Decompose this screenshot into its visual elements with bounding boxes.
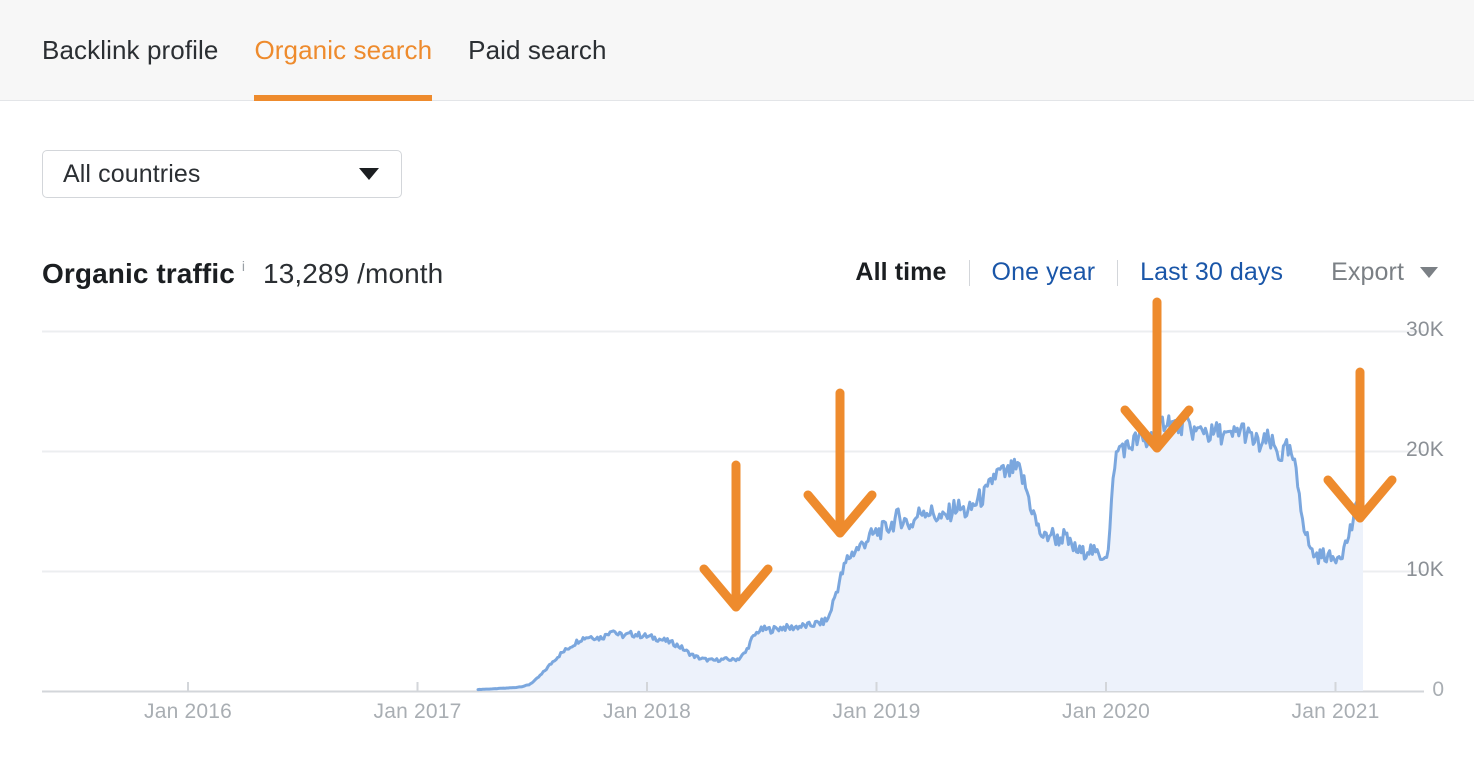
traffic-line: [478, 414, 1363, 690]
traffic-area-fill: [478, 414, 1363, 692]
arrow-4: [1328, 372, 1392, 518]
y-axis-label-30k: 30K: [1406, 318, 1444, 342]
x-axis-label-jan-2021: Jan 2021: [1291, 700, 1379, 724]
range-all-time[interactable]: All time: [833, 258, 968, 287]
export-label: Export: [1331, 258, 1404, 287]
arrow-2: [808, 393, 872, 533]
y-axis-label-20k: 20K: [1406, 438, 1444, 462]
chart-area-series: [478, 414, 1363, 692]
country-filter-label: All countries: [43, 160, 359, 189]
x-axis-label-jan-2020: Jan 2020: [1062, 700, 1150, 724]
chart-x-tickmarks: [188, 682, 1336, 691]
range-controls: All time One year Last 30 days Export: [833, 258, 1438, 287]
info-icon[interactable]: i: [242, 258, 245, 274]
tab-bar: Backlink profile Organic search Paid sea…: [0, 0, 1474, 101]
chart-canvas: [0, 0, 1474, 772]
export-button[interactable]: Export: [1331, 258, 1438, 287]
organic-search-page: Backlink profile Organic search Paid sea…: [0, 0, 1474, 772]
tab-backlink-profile[interactable]: Backlink profile: [42, 0, 236, 101]
x-axis-label-jan-2019: Jan 2019: [832, 700, 920, 724]
tab-list: Backlink profile Organic search Paid sea…: [42, 0, 625, 101]
tab-organic-search[interactable]: Organic search: [236, 0, 450, 101]
y-axis-label-0: 0: [1432, 678, 1444, 702]
x-axis-label-jan-2016: Jan 2016: [144, 700, 232, 724]
range-one-year[interactable]: One year: [970, 258, 1118, 287]
chart-annotation-arrows: [704, 302, 1392, 607]
y-axis-label-10k: 10K: [1406, 558, 1444, 582]
arrow-3: [1125, 302, 1189, 448]
metric-title: Organic traffic: [42, 258, 235, 290]
range-last-30-days[interactable]: Last 30 days: [1118, 258, 1305, 287]
organic-traffic-chart: [0, 0, 1474, 772]
x-axis-label-jan-2018: Jan 2018: [603, 700, 691, 724]
arrow-1: [704, 465, 768, 607]
chevron-down-icon: [359, 168, 379, 180]
metric-value: 13,289 /month: [263, 258, 443, 290]
metric-row: Organic traffic i 13,289 /month: [42, 258, 443, 290]
country-filter-select[interactable]: All countries: [42, 150, 402, 198]
x-axis-label-jan-2017: Jan 2017: [373, 700, 461, 724]
chart-gridlines: [42, 332, 1424, 692]
tab-paid-search[interactable]: Paid search: [450, 0, 624, 101]
chevron-down-icon: [1420, 267, 1438, 278]
